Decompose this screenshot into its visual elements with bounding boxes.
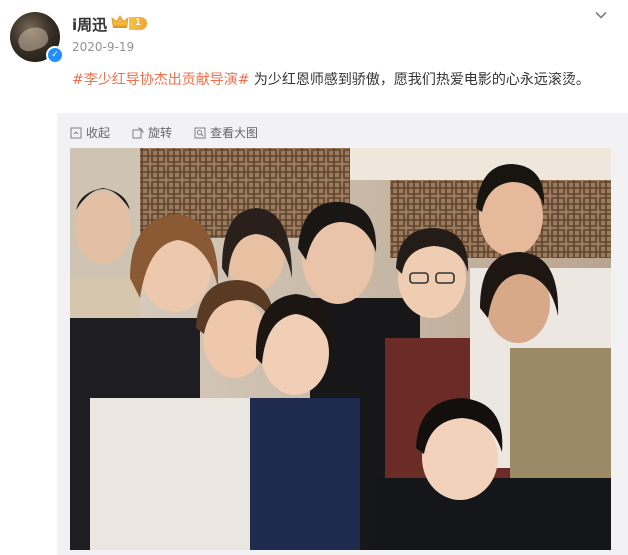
crown-icon[interactable] bbox=[111, 15, 129, 29]
rotate-label: 旋转 bbox=[148, 126, 173, 140]
rotate-icon bbox=[132, 127, 144, 138]
rotate-button[interactable]: 旋转 bbox=[132, 124, 172, 141]
group-photo-illustration bbox=[70, 148, 611, 550]
collapse-button[interactable]: 收起 bbox=[70, 124, 110, 141]
hashtag-link[interactable]: #李少红导协杰出贡献导演# bbox=[72, 72, 249, 88]
post-body: 为少红恩师感到骄傲，愿我们热爱电影的心永远滚烫。 bbox=[249, 72, 590, 88]
avatar-image bbox=[15, 23, 51, 55]
author-name[interactable]: i周迅 bbox=[72, 14, 107, 35]
zoom-icon bbox=[194, 127, 206, 138]
media-toolbar: 收起 旋转 查看大图 bbox=[70, 124, 258, 141]
collapse-icon bbox=[70, 127, 82, 138]
view-large-button[interactable]: 查看大图 bbox=[194, 124, 258, 141]
view-large-label: 查看大图 bbox=[210, 126, 259, 140]
collapse-label: 收起 bbox=[86, 126, 111, 140]
vip-level-badge[interactable]: 1 bbox=[129, 17, 147, 30]
post-text: #李少红导协杰出贡献导演# 为少红恩师感到骄傲，愿我们热爱电影的心永远滚烫。 bbox=[72, 68, 612, 92]
verified-badge-icon: ✓ bbox=[46, 46, 64, 64]
post-photo[interactable] bbox=[70, 148, 611, 550]
post-date[interactable]: 2020-9-19 bbox=[72, 40, 134, 54]
chevron-down-icon[interactable] bbox=[594, 8, 608, 22]
